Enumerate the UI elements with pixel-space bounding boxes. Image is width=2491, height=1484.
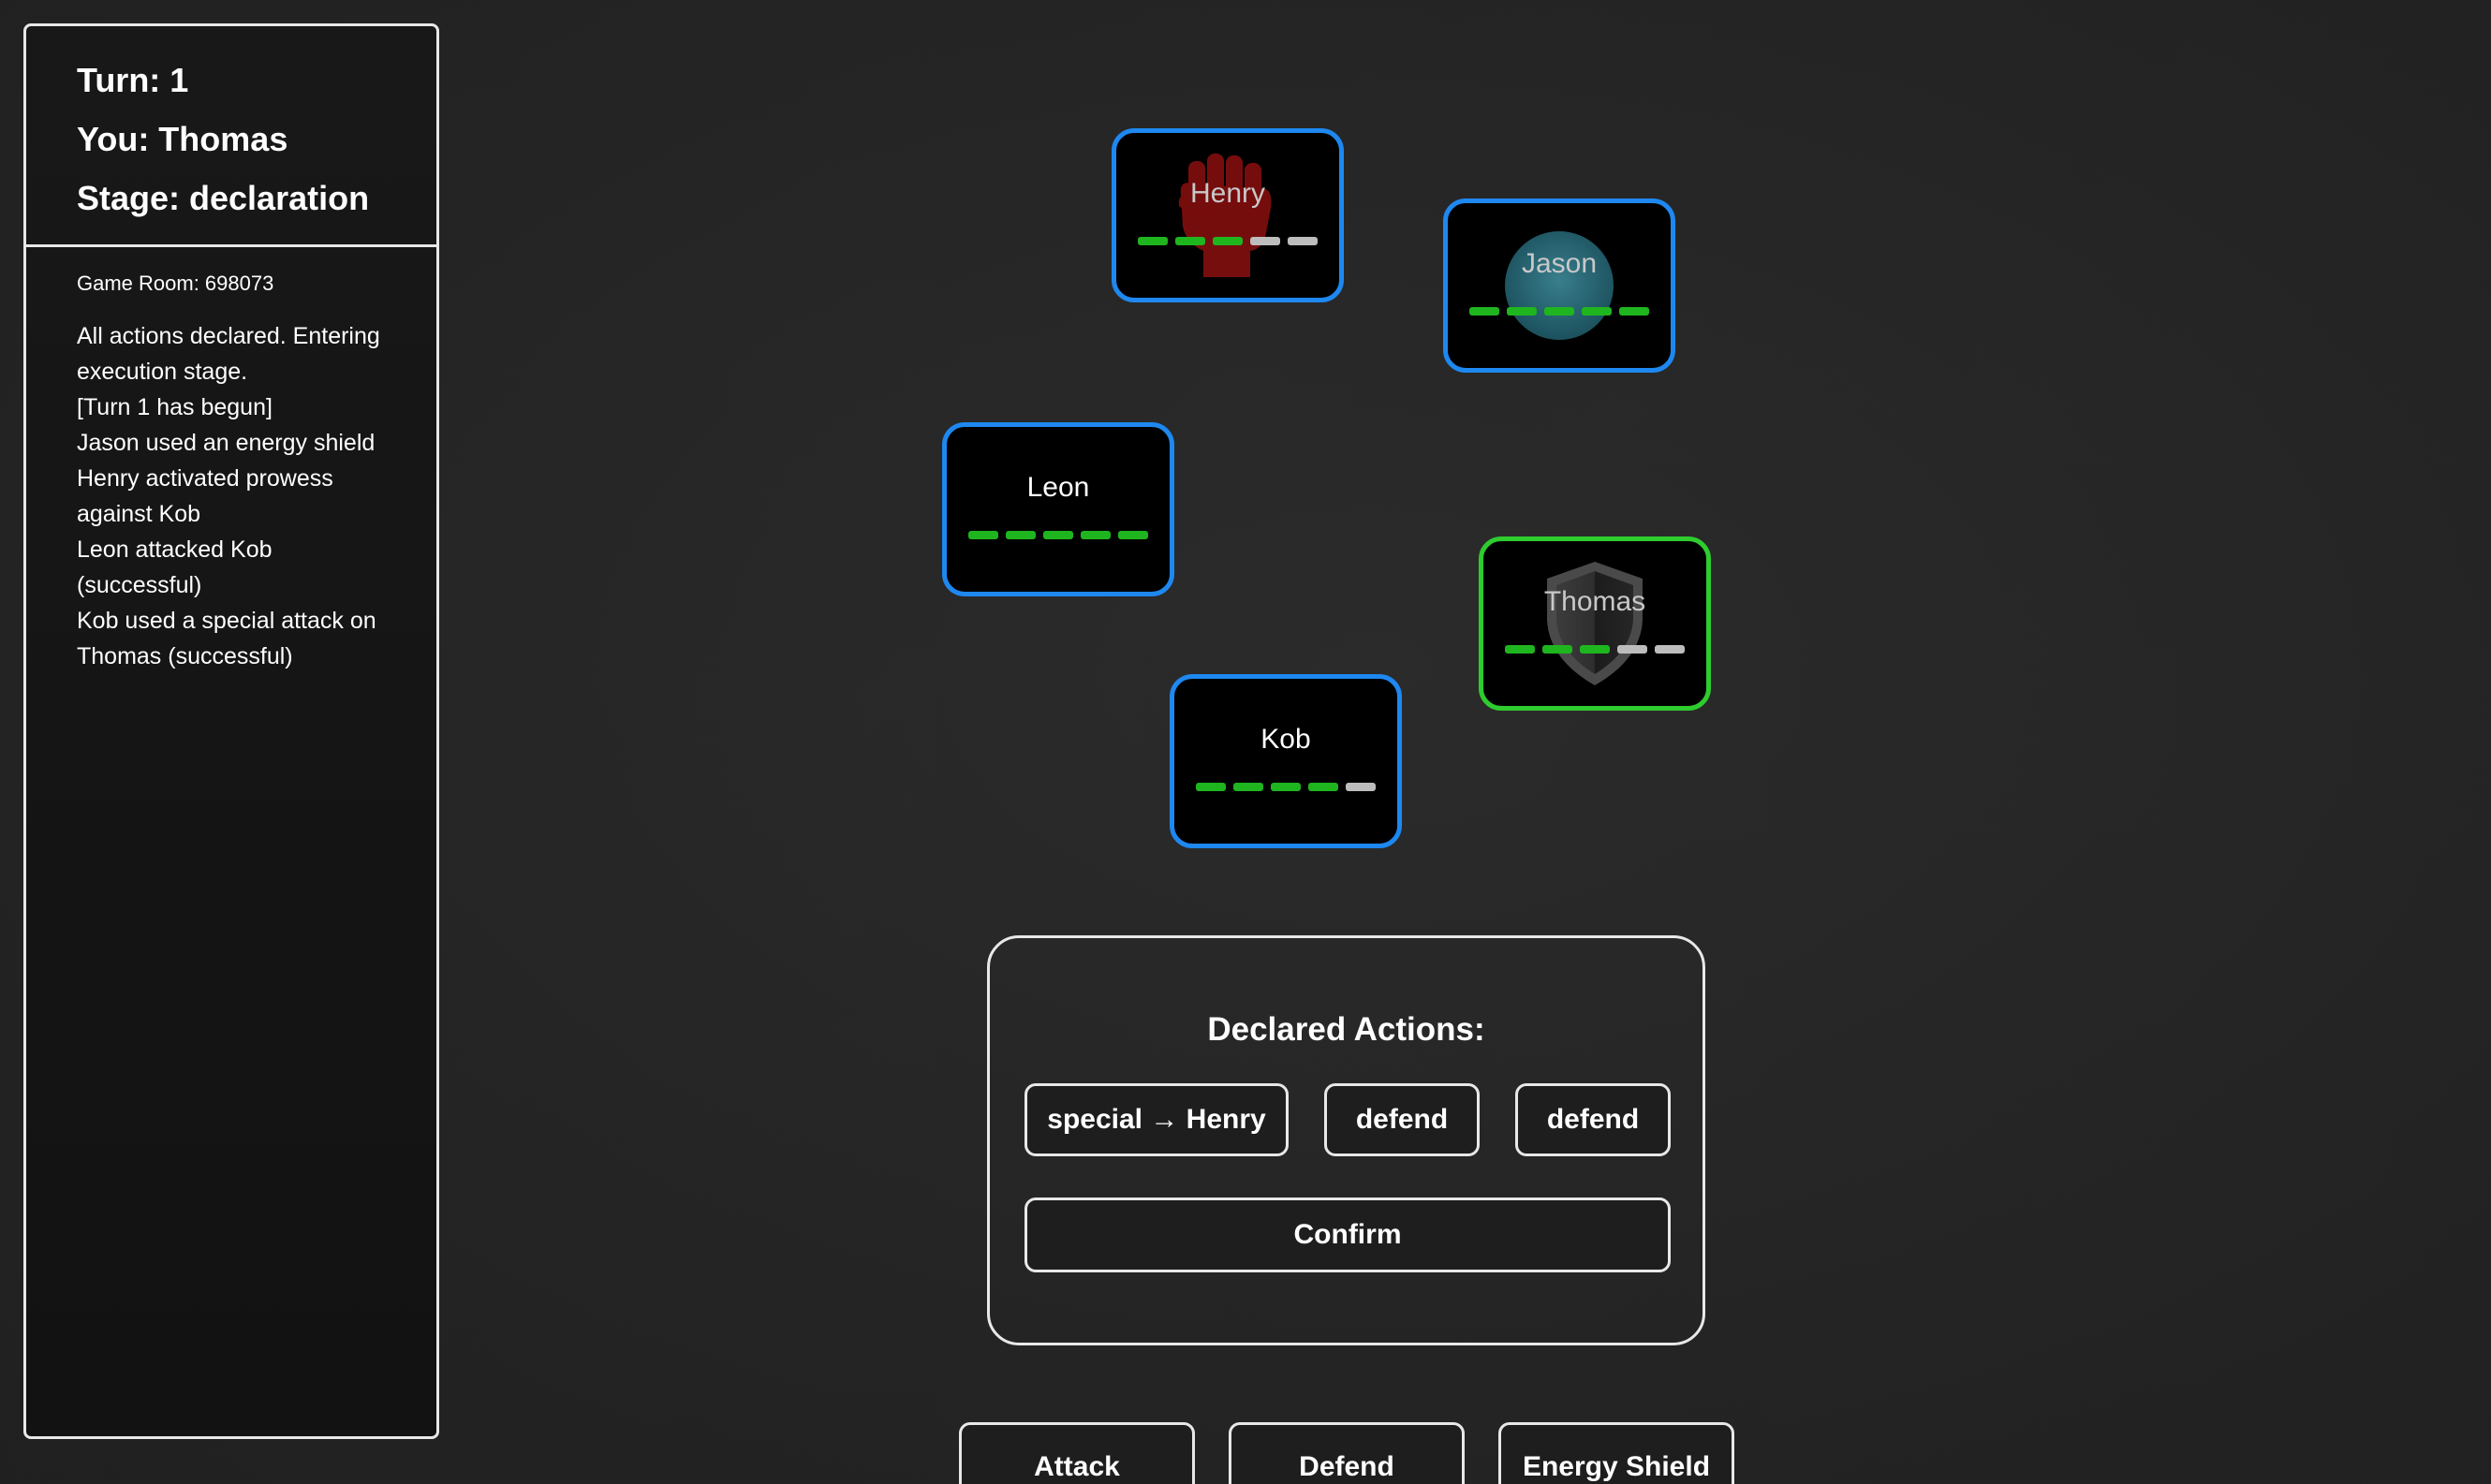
game-room-id: Game Room: 698073 xyxy=(77,272,274,295)
log-line: Leon attacked Kob xyxy=(77,536,273,563)
health-segment-full xyxy=(1582,307,1612,316)
declared-actions-title: Declared Actions: xyxy=(1207,1011,1485,1048)
health-segment-full xyxy=(1507,307,1537,316)
health-segment-full xyxy=(1213,237,1243,245)
health-segment-full xyxy=(1138,237,1168,245)
log-line: Kob used a special attack on xyxy=(77,608,376,634)
health-bar xyxy=(947,531,1170,539)
health-segment-full xyxy=(1006,531,1036,539)
health-segment-full xyxy=(1308,783,1338,791)
health-segment-full xyxy=(1043,531,1073,539)
attack-button[interactable]: Attack xyxy=(959,1422,1195,1484)
energy-shield-button[interactable]: Energy Shield xyxy=(1498,1422,1734,1484)
status-panel: Turn: 1 You: Thomas Stage: declaration G… xyxy=(23,23,439,1439)
player-name: Kob xyxy=(1260,724,1311,755)
health-segment-full xyxy=(1233,783,1263,791)
turn-label: Turn: 1 xyxy=(77,61,189,99)
health-segment-full xyxy=(1619,307,1649,316)
health-bar xyxy=(1483,645,1706,654)
health-segment-full xyxy=(1118,531,1148,539)
health-segment-empty xyxy=(1288,237,1318,245)
health-segment-full xyxy=(1271,783,1301,791)
declared-action-chip[interactable]: special → Henry xyxy=(1024,1083,1289,1156)
fist-icon xyxy=(1178,154,1272,277)
player-card-thomas[interactable]: Thomas xyxy=(1479,536,1711,711)
health-segment-full xyxy=(1196,783,1226,791)
log-line: (successful) xyxy=(77,572,202,598)
health-segment-empty xyxy=(1655,645,1685,654)
player-card-jason[interactable]: Jason xyxy=(1443,198,1675,373)
player-name: Thomas xyxy=(1543,586,1646,617)
health-segment-full xyxy=(1505,645,1535,654)
health-segment-full xyxy=(1175,237,1205,245)
health-bar xyxy=(1448,307,1671,316)
player-name: Henry xyxy=(1189,178,1266,209)
declared-actions-panel: Declared Actions: special → Henry defend… xyxy=(987,935,1705,1345)
health-segment-full xyxy=(1081,531,1111,539)
health-segment-full xyxy=(1469,307,1499,316)
log-line: Jason used an energy shield xyxy=(77,430,376,456)
health-segment-empty xyxy=(1617,645,1647,654)
defend-button[interactable]: Defend xyxy=(1229,1422,1465,1484)
health-segment-full xyxy=(1542,645,1572,654)
player-name: Leon xyxy=(1026,472,1090,503)
player-card-kob[interactable]: Kob xyxy=(1170,674,1402,848)
energy-shield-icon xyxy=(1505,231,1614,340)
log-line: [Turn 1 has begun] xyxy=(77,394,273,420)
log-line: Henry activated prowess xyxy=(77,465,333,492)
confirm-button[interactable]: Confirm xyxy=(1024,1197,1671,1272)
health-segment-full xyxy=(1580,645,1610,654)
you-label: You: Thomas xyxy=(77,120,288,158)
declared-action-chip[interactable]: defend xyxy=(1324,1083,1480,1156)
declared-action-chip[interactable]: defend xyxy=(1515,1083,1671,1156)
health-segment-full xyxy=(968,531,998,539)
player-card-henry[interactable]: Henry xyxy=(1112,128,1344,302)
player-card-leon[interactable]: Leon xyxy=(942,422,1174,596)
log-panel: Game Room: 698073 All actions declared. … xyxy=(26,247,436,674)
log-line: All actions declared. Entering xyxy=(77,323,380,349)
health-bar xyxy=(1116,237,1339,245)
stage-label: Stage: declaration xyxy=(77,179,370,217)
log-line: execution stage. xyxy=(77,359,248,385)
status-header: Turn: 1 You: Thomas Stage: declaration xyxy=(26,26,436,247)
health-bar xyxy=(1174,783,1397,791)
log-line: against Kob xyxy=(77,501,201,527)
health-segment-empty xyxy=(1250,237,1280,245)
health-segment-full xyxy=(1544,307,1574,316)
player-name: Jason xyxy=(1521,248,1598,279)
health-segment-empty xyxy=(1346,783,1376,791)
shield-icon xyxy=(1547,562,1643,685)
log-line: Thomas (successful) xyxy=(77,643,293,669)
